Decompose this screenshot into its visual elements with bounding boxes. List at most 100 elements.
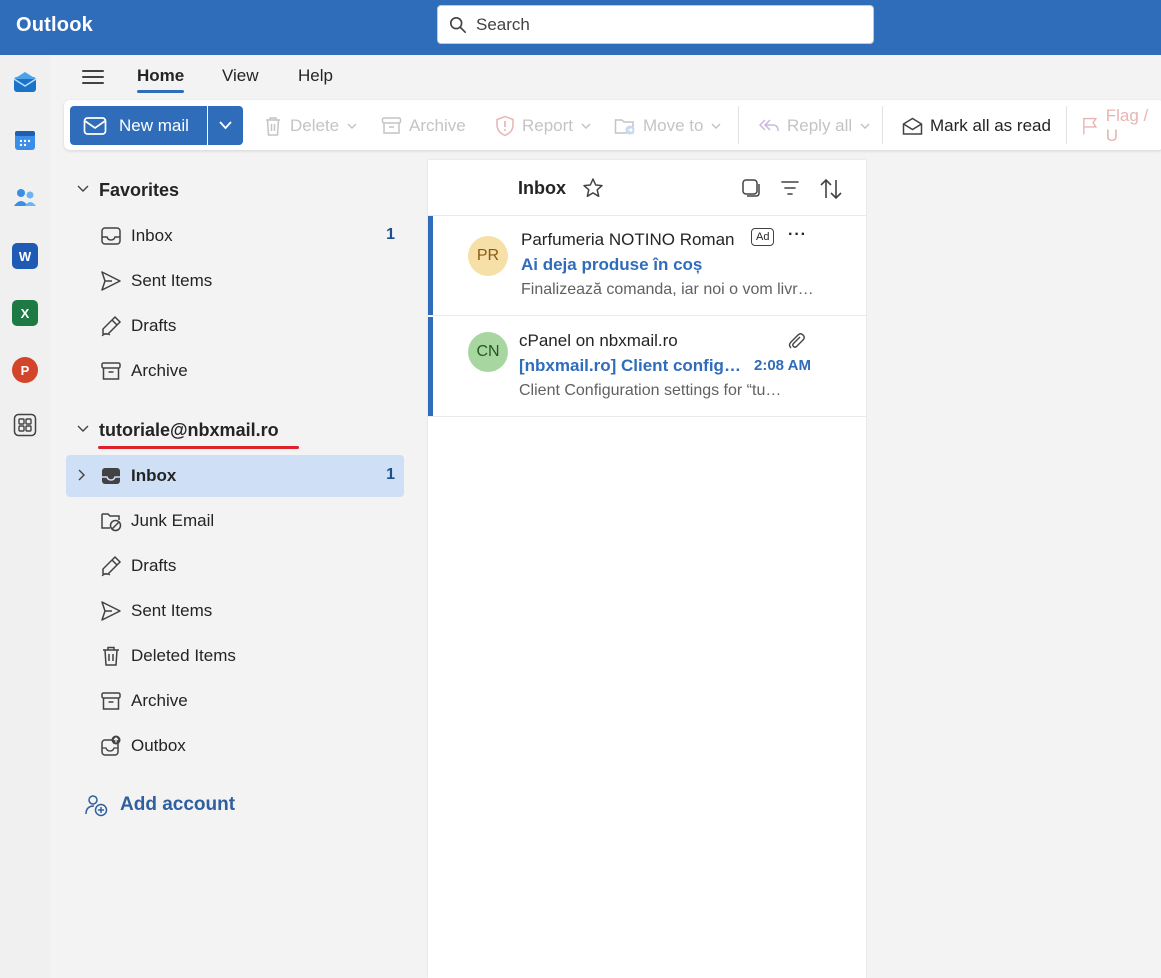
message-subject: [nbxmail.ro] Client config… bbox=[519, 356, 741, 375]
reply-all-icon bbox=[758, 119, 779, 132]
account-item-deleted-items[interactable]: Deleted Items bbox=[66, 635, 404, 677]
chevron-down-icon[interactable] bbox=[77, 185, 89, 193]
archive-button[interactable]: Archive bbox=[381, 113, 466, 139]
folder-label: Inbox bbox=[131, 466, 177, 485]
new-mail-label: New mail bbox=[119, 116, 189, 135]
new-mail-button[interactable]: New mail bbox=[70, 106, 207, 145]
select-icon[interactable] bbox=[741, 178, 761, 198]
drafts-icon bbox=[101, 315, 122, 337]
report-button[interactable]: Report bbox=[495, 113, 598, 139]
more-options-icon[interactable]: ··· bbox=[788, 226, 807, 244]
folder-label: Sent Items bbox=[131, 601, 213, 620]
avatar: CN bbox=[468, 332, 508, 372]
excel-app-icon[interactable]: X bbox=[10, 298, 40, 328]
powerpoint-app-icon[interactable]: P bbox=[10, 355, 40, 385]
account-item-junk-email[interactable]: Junk Email bbox=[66, 500, 404, 542]
move-to-button[interactable]: Move to bbox=[614, 113, 728, 139]
trash-icon bbox=[266, 117, 280, 136]
chevron-right-icon[interactable] bbox=[78, 469, 86, 481]
favorites-item-drafts[interactable]: Drafts bbox=[66, 305, 404, 347]
mark-all-read-label: Mark all as read bbox=[930, 116, 1051, 135]
folder-label: Archive bbox=[131, 691, 188, 710]
mark-all-read-button[interactable]: Mark all as read bbox=[902, 113, 1051, 139]
mail-app-icon[interactable] bbox=[10, 67, 40, 97]
favorites-item-inbox[interactable]: Inbox 1 bbox=[66, 215, 404, 257]
people-app-icon[interactable] bbox=[10, 183, 40, 213]
word-app-icon[interactable]: W bbox=[10, 241, 40, 271]
reading-pane bbox=[867, 160, 1161, 978]
more-apps-icon[interactable] bbox=[10, 410, 40, 440]
folder-label: Outbox bbox=[131, 736, 186, 755]
sort-icon[interactable] bbox=[819, 178, 843, 200]
folder-move-icon bbox=[614, 119, 635, 135]
favorites-item-sent-items[interactable]: Sent Items bbox=[66, 260, 404, 302]
unread-indicator bbox=[428, 216, 433, 315]
send-icon bbox=[101, 271, 121, 291]
folder-label: Archive bbox=[131, 361, 188, 380]
ribbon-divider bbox=[738, 106, 739, 144]
folder-label: Junk Email bbox=[131, 511, 215, 530]
delete-button[interactable]: Delete bbox=[263, 113, 364, 139]
send-icon bbox=[101, 601, 121, 621]
archive-icon bbox=[381, 117, 402, 134]
archive-icon bbox=[101, 692, 121, 710]
avatar: PR bbox=[468, 236, 508, 276]
add-account-button[interactable]: Add account bbox=[84, 793, 235, 817]
message-list-header: Inbox bbox=[428, 160, 866, 216]
ribbon-divider bbox=[882, 106, 883, 144]
outbox-icon bbox=[101, 735, 121, 756]
report-label: Report bbox=[522, 116, 574, 135]
active-tab-indicator bbox=[137, 90, 184, 93]
message-subject: Ai deja produse în coș bbox=[521, 255, 703, 274]
message-list: Inbox PR Parfumeria NOTINO Roman Ad ··· … bbox=[428, 160, 866, 978]
account-item-drafts[interactable]: Drafts bbox=[66, 545, 404, 587]
chevron-down-icon bbox=[711, 122, 722, 129]
shield-warning-icon bbox=[496, 115, 514, 137]
message-sender: cPanel on nbxmail.ro bbox=[519, 331, 678, 350]
chevron-down-icon[interactable] bbox=[77, 425, 89, 433]
flag-icon bbox=[1083, 117, 1098, 135]
drafts-icon bbox=[101, 555, 122, 577]
archive-label: Archive bbox=[409, 116, 466, 135]
chevron-down-icon bbox=[581, 122, 591, 129]
open-envelope-icon bbox=[902, 117, 923, 135]
favorites-header[interactable]: Favorites bbox=[99, 180, 179, 201]
mail-icon bbox=[83, 117, 107, 135]
account-item-archive[interactable]: Archive bbox=[66, 680, 404, 722]
filter-icon[interactable] bbox=[780, 178, 800, 198]
app-rail: W X P bbox=[0, 55, 50, 978]
hamburger-menu-icon[interactable] bbox=[80, 66, 106, 88]
message-item[interactable]: PR Parfumeria NOTINO Roman Ad ··· Ai dej… bbox=[428, 216, 866, 316]
star-icon[interactable] bbox=[582, 177, 604, 199]
folder-label: Sent Items bbox=[131, 271, 213, 290]
account-item-outbox[interactable]: Outbox bbox=[66, 725, 404, 767]
trash-icon bbox=[103, 646, 119, 666]
archive-icon bbox=[101, 362, 121, 380]
flag-button[interactable]: Flag / U bbox=[1082, 106, 1161, 145]
unread-count: 1 bbox=[386, 466, 395, 483]
favorites-item-archive[interactable]: Archive bbox=[66, 350, 404, 392]
junk-icon bbox=[101, 513, 122, 532]
tab-help[interactable]: Help bbox=[298, 66, 333, 86]
delete-label: Delete bbox=[290, 116, 340, 135]
account-item-sent-items[interactable]: Sent Items bbox=[66, 590, 404, 632]
account-header[interactable]: tutoriale@nbxmail.ro bbox=[99, 420, 279, 441]
reply-all-button[interactable]: Reply all bbox=[758, 113, 877, 139]
inbox-icon bbox=[101, 227, 121, 245]
paperclip-icon bbox=[788, 333, 805, 349]
message-preview: Finalizează comanda, iar noi o vom livr… bbox=[521, 281, 814, 298]
search-input[interactable] bbox=[476, 12, 856, 38]
account-item-inbox[interactable]: Inbox 1 bbox=[66, 455, 404, 497]
calendar-app-icon[interactable] bbox=[10, 125, 40, 155]
add-person-icon bbox=[85, 795, 108, 817]
chevron-down-icon bbox=[347, 122, 357, 129]
tab-home[interactable]: Home bbox=[137, 66, 184, 86]
message-item[interactable]: CN cPanel on nbxmail.ro [nbxmail.ro] Cli… bbox=[428, 317, 866, 417]
new-mail-dropdown[interactable] bbox=[208, 106, 243, 145]
search-box[interactable] bbox=[437, 5, 874, 44]
chevron-down-icon bbox=[219, 121, 232, 130]
red-annotation-underline bbox=[98, 446, 299, 449]
add-account-label: Add account bbox=[120, 794, 236, 815]
app-title[interactable]: Outlook bbox=[16, 14, 93, 37]
tab-view[interactable]: View bbox=[222, 66, 259, 86]
